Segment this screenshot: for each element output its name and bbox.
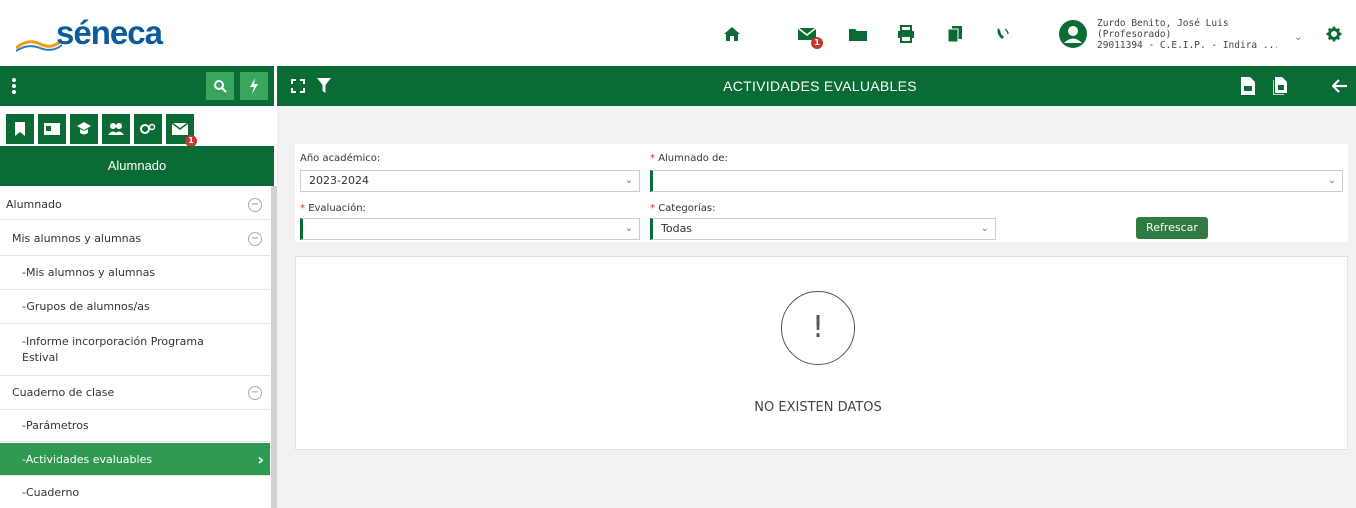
sidebar-item-grupos[interactable]: -Grupos de alumnos/as [0, 290, 270, 324]
filter-icon[interactable] [312, 74, 336, 98]
user-center: 29011394 - C.E.I.P. - Indira ... [1097, 40, 1277, 51]
sidebar-item-label: -Parámetros [22, 419, 89, 432]
sidebar-item-label: Mis alumnos y alumnas [12, 232, 142, 245]
sidebar-section-title: Alumnado [0, 146, 274, 186]
search-icon[interactable] [206, 72, 234, 100]
user-name: Zurdo Benito, José Luis [1097, 18, 1229, 29]
anio-select[interactable]: 2023-2024 ⌄ [300, 170, 640, 192]
chevron-down-icon: ⌄ [1327, 175, 1336, 186]
anio-value: 2023-2024 [309, 174, 369, 187]
mail-icon[interactable]: 1 [794, 22, 823, 49]
page-title: ACTIVIDADES EVALUABLES [723, 78, 917, 94]
alumnado-label: * Alumnado de: [650, 153, 728, 164]
seneca-logo[interactable]: séneca [16, 14, 196, 54]
empty-state-message: NO EXISTEN DATOS [754, 400, 882, 415]
user-role: (Profesorado) [1097, 29, 1172, 40]
sidebar-item-informe-estival[interactable]: -Informe incorporación Programa Estival [0, 324, 270, 376]
categorias-label: * Categorías: [650, 203, 716, 214]
phone-icon[interactable] [990, 22, 1016, 46]
chevron-down-icon: ⌄ [624, 175, 633, 186]
collapse-icon[interactable]: − [248, 197, 262, 212]
evaluacion-label: * Evaluación: [300, 203, 366, 214]
folder-icon[interactable] [845, 22, 871, 46]
sidebar-item-label: -Actividades evaluables [22, 452, 153, 466]
tab-alumnado-icon[interactable] [70, 114, 98, 147]
sidebar-item-label: -Cuaderno [22, 485, 80, 499]
collapse-icon[interactable]: − [248, 385, 262, 400]
menu-dots-icon[interactable] [2, 74, 26, 98]
sidebar-item-label: -Grupos de alumnos/as [22, 300, 150, 313]
categorias-select[interactable]: Todas ⌄ [650, 218, 996, 240]
sidebar-item-alumnado[interactable]: Alumnado − [0, 190, 270, 220]
tab-id-card-icon[interactable] [38, 114, 66, 144]
chevron-down-icon: ⌄ [624, 223, 633, 234]
export-pdf-icon[interactable] [1236, 74, 1260, 98]
export-docs-icon[interactable] [1268, 74, 1292, 98]
collapse-icon[interactable]: − [248, 231, 262, 246]
sidebar-item-actividades-evaluables[interactable]: -Actividades evaluables › [0, 443, 270, 476]
evaluacion-select[interactable]: ⌄ [300, 218, 640, 240]
sidebar-item-mis-alumnos-group[interactable]: Mis alumnos y alumnas − [0, 222, 270, 256]
sidebar-item-parametros[interactable]: -Parámetros [0, 410, 270, 442]
sidebar-item-mis-alumnos[interactable]: -Mis alumnos y alumnas [0, 256, 270, 290]
categorias-value: Todas [661, 222, 693, 235]
back-arrow-icon[interactable] [1328, 74, 1352, 98]
notification-badge: 1 [811, 37, 823, 49]
user-avatar-icon[interactable] [1058, 19, 1088, 49]
tab-settings-icon[interactable] [134, 114, 162, 144]
logo-text: séneca [56, 14, 163, 51]
gear-icon[interactable] [1322, 22, 1346, 46]
documents-icon[interactable] [942, 22, 968, 46]
home-icon[interactable] [719, 22, 745, 46]
sidebar-item-cuaderno-group[interactable]: Cuaderno de clase − [0, 376, 270, 410]
alumnado-select[interactable]: ⌄ [650, 170, 1343, 192]
tab-users-icon[interactable] [102, 114, 130, 144]
exclamation-icon: ! [781, 291, 855, 365]
sidebar-item-label: Cuaderno de clase [12, 386, 115, 399]
refresh-button[interactable]: Refrescar [1136, 217, 1208, 239]
anio-label: Año académico: [300, 153, 381, 164]
sidebar-item-label: Alumnado [6, 198, 62, 211]
sidebar-item-cuaderno[interactable]: -Cuaderno [0, 476, 270, 508]
sidebar-item-label: -Informe incorporación Programa Estival [22, 334, 204, 364]
chevron-down-icon: ⌄ [980, 223, 989, 234]
lightning-icon[interactable] [240, 72, 268, 100]
chevron-right-icon: › [257, 449, 264, 469]
user-info[interactable]: Zurdo Benito, José Luis (Profesorado) 29… [1097, 18, 1277, 51]
print-icon[interactable] [893, 22, 919, 46]
expand-icon[interactable] [286, 74, 310, 98]
user-dropdown-chevron-icon[interactable]: ⌄ [1294, 32, 1302, 43]
sidebar-item-label: -Mis alumnos y alumnas [22, 266, 156, 279]
tab-bookmarks-icon[interactable] [6, 114, 34, 144]
tab-messages-icon[interactable]: 1 [166, 114, 197, 147]
